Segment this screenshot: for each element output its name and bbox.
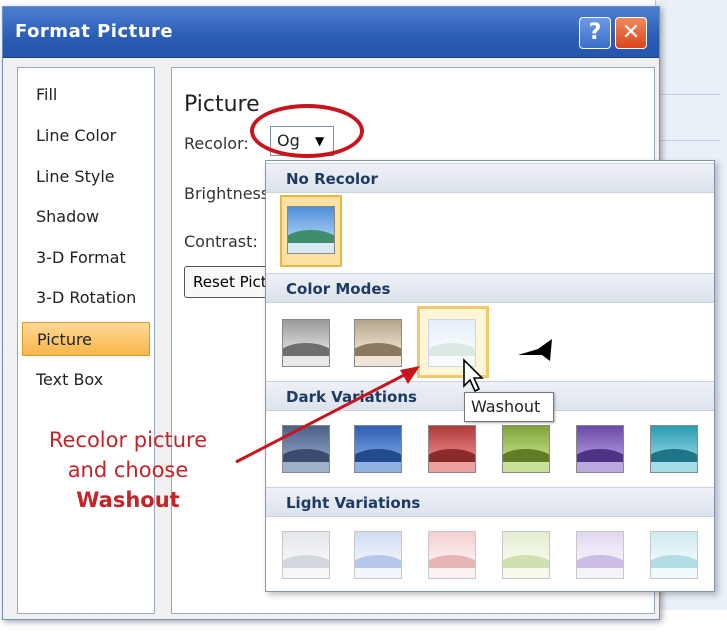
dark-variation-6[interactable] [650,425,698,473]
light-variation-5[interactable] [576,531,624,579]
washout-tooltip: Washout [464,392,554,422]
light-variation-4[interactable] [502,531,550,579]
light-variation-3[interactable] [428,531,476,579]
contrast-label: Contrast: [184,232,258,251]
background-divider [660,140,720,141]
dark-variation-4[interactable] [502,425,550,473]
brightness-label: Brightness: [184,184,275,203]
light-variation-1[interactable] [282,531,330,579]
panel-title: Picture [184,92,260,117]
annotation-callout: Recolor picture and choose Washout [18,425,238,515]
dark-variation-5[interactable] [576,425,624,473]
section-no-recolor: No Recolor [266,163,714,193]
annotation-line-3: Washout [76,488,180,512]
background-divider [660,94,720,95]
section-color-modes: Color Modes [266,273,714,303]
help-button[interactable]: ? [579,17,611,49]
nav-item-line-color[interactable]: Line Color [22,119,150,153]
nav-item-text-box[interactable]: Text Box [22,363,150,397]
category-list: Fill Line Color Line Style Shadow 3-D Fo… [17,67,155,614]
nav-item-3d-format[interactable]: 3-D Format [22,241,150,275]
light-variation-2[interactable] [354,531,402,579]
dark-variation-3[interactable] [428,425,476,473]
black-and-white-icon[interactable] [518,337,558,367]
nav-item-fill[interactable]: Fill [22,78,150,112]
title-bar: Format Picture ? ✕ [3,7,659,58]
nav-item-picture[interactable]: Picture [22,322,150,356]
highlight-circle [250,104,364,158]
mouse-cursor-icon [463,358,484,393]
recolor-label: Recolor: [184,134,249,153]
light-variation-6[interactable] [650,531,698,579]
annotation-arrow [235,366,420,464]
reset-picture-button[interactable]: Reset Picture [184,266,268,298]
nav-item-3d-rotation[interactable]: 3-D Rotation [22,281,150,315]
close-button[interactable]: ✕ [615,17,647,49]
dialog-title: Format Picture [15,21,174,42]
annotation-line-1: Recolor picture [48,428,208,452]
section-light-variations: Light Variations [266,487,714,517]
nav-item-line-style[interactable]: Line Style [22,160,150,194]
nav-item-shadow[interactable]: Shadow [22,200,150,234]
recolor-option-none[interactable] [287,206,335,254]
annotation-line-2: and choose [67,458,189,482]
